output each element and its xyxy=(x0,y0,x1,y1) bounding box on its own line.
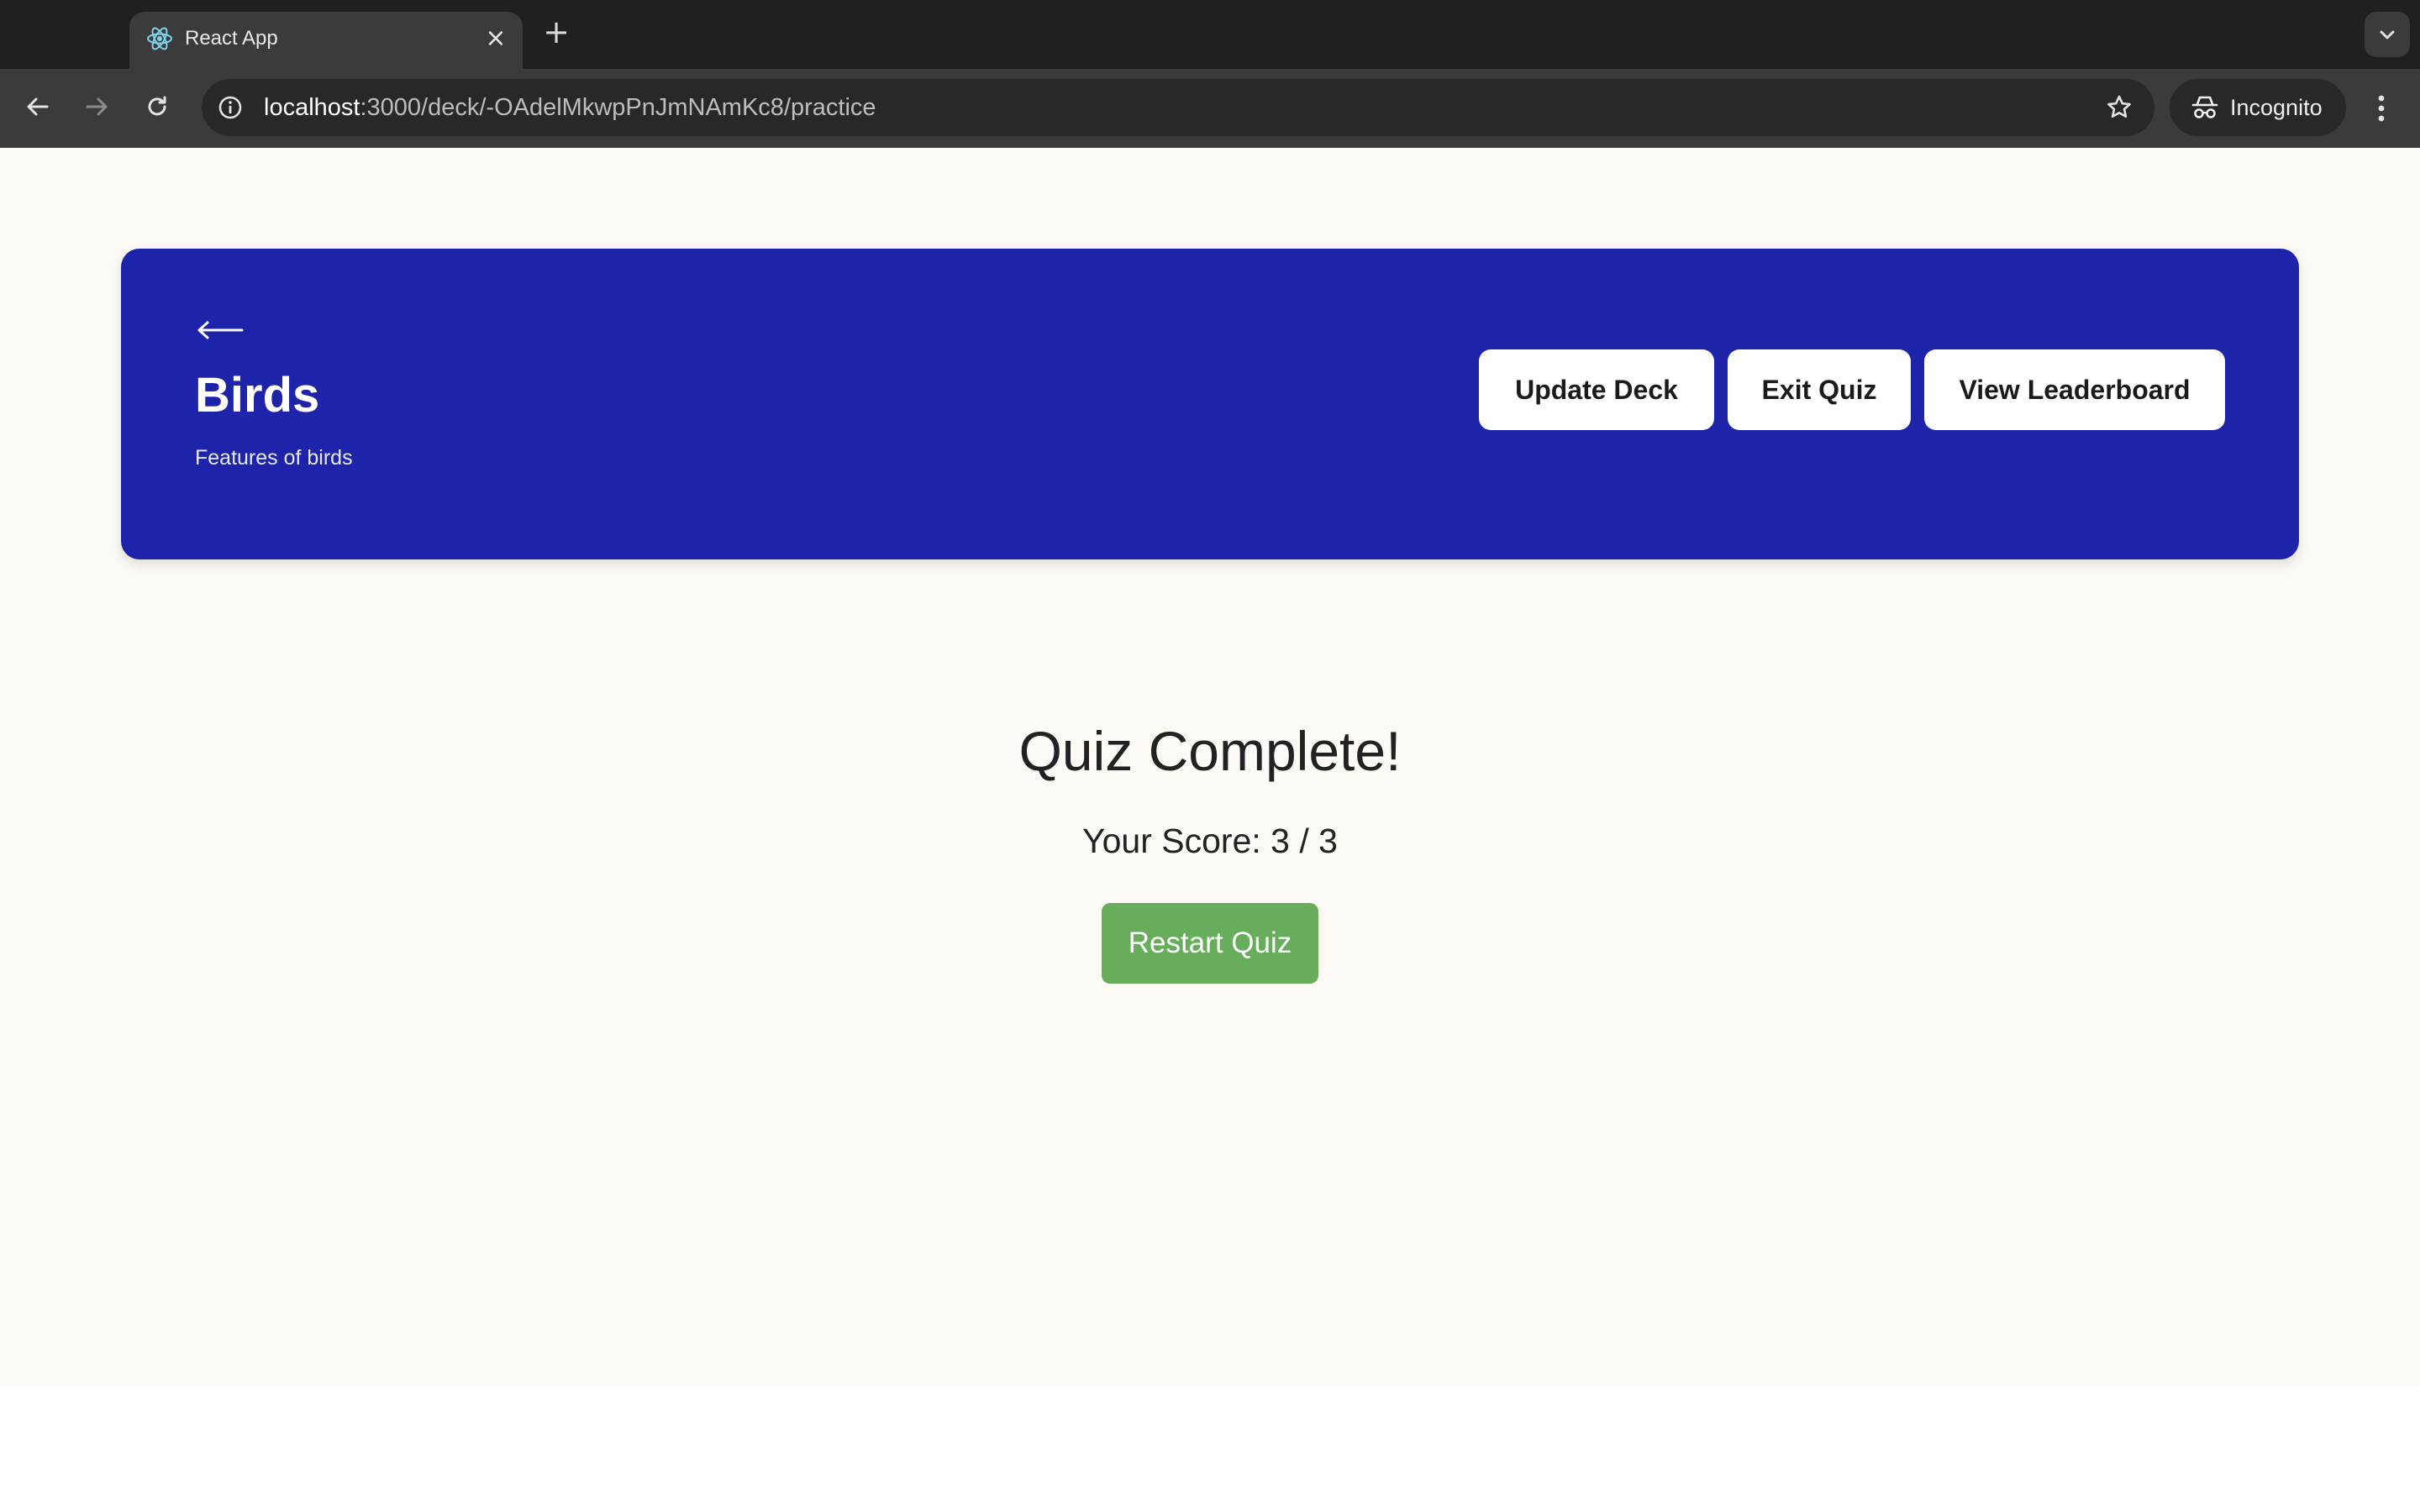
update-deck-button[interactable]: Update Deck xyxy=(1479,349,1714,430)
back-arrow-icon xyxy=(23,92,53,126)
react-logo-icon xyxy=(145,24,175,54)
info-icon[interactable] xyxy=(213,91,247,124)
deck-description: Features of birds xyxy=(195,446,353,470)
star-icon[interactable] xyxy=(2102,91,2136,124)
restart-quiz-button[interactable]: Restart Quiz xyxy=(1102,903,1318,984)
close-icon[interactable]: × xyxy=(481,24,511,54)
forward-button[interactable] xyxy=(76,87,118,129)
kebab-menu-icon xyxy=(2363,95,2400,133)
browser-tab[interactable]: React App × xyxy=(129,12,523,69)
incognito-profile-button[interactable]: Incognito xyxy=(2170,79,2346,136)
forward-arrow-icon xyxy=(82,92,112,126)
view-leaderboard-button[interactable]: View Leaderboard xyxy=(1924,349,2225,430)
back-button[interactable] xyxy=(17,87,59,129)
browser-tab-strip: React App × + xyxy=(0,0,2420,69)
tab-search-button[interactable] xyxy=(2365,12,2410,57)
reload-icon xyxy=(142,92,172,126)
new-tab-button[interactable]: + xyxy=(538,13,575,50)
browser-toolbar: localhost:3000/deck/-OAdelMkwpPnJmNAmKc8… xyxy=(0,69,2420,148)
score-text: Your Score: 3 / 3 xyxy=(1082,822,1338,860)
deck-title: Birds xyxy=(195,368,320,423)
address-url[interactable]: localhost:3000/deck/-OAdelMkwpPnJmNAmKc8… xyxy=(264,79,876,136)
tab-title: React App xyxy=(185,27,278,50)
address-path: :3000/deck/-OAdelMkwpPnJmNAmKc8/practice xyxy=(360,94,876,121)
address-bar[interactable]: localhost:3000/deck/-OAdelMkwpPnJmNAmKc8… xyxy=(202,79,2154,136)
back-arrow-icon[interactable] xyxy=(195,318,245,343)
reload-button[interactable] xyxy=(136,87,178,129)
deck-header: Birds Features of birds Update Deck Exit… xyxy=(121,249,2299,559)
incognito-icon xyxy=(2190,92,2220,123)
address-host: localhost xyxy=(264,94,360,121)
browser-menu-button[interactable] xyxy=(2363,87,2400,129)
page-content: Birds Features of birds Update Deck Exit… xyxy=(0,148,2420,1386)
chevron-down-icon xyxy=(2375,23,2399,46)
exit-quiz-button[interactable]: Exit Quiz xyxy=(1728,349,1911,430)
incognito-label: Incognito xyxy=(2230,95,2323,120)
quiz-complete-heading: Quiz Complete! xyxy=(1018,720,1402,782)
